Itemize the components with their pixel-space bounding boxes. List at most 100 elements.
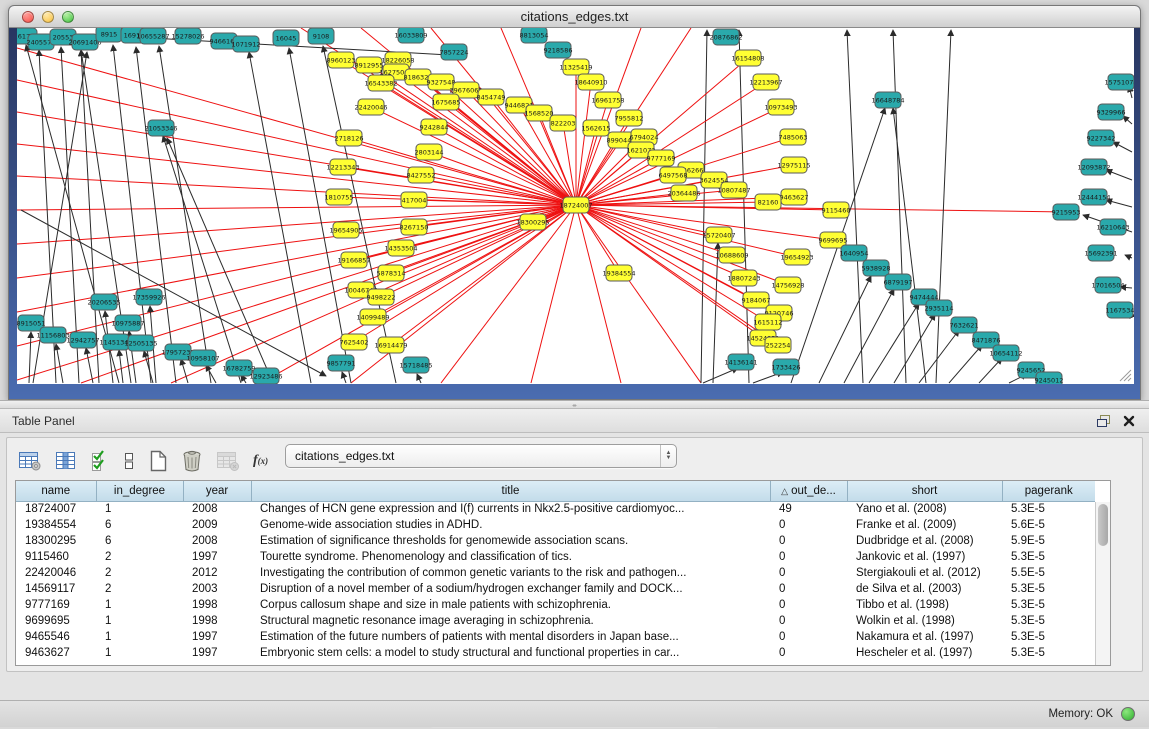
graph-node-selected[interactable]: 9498222 <box>367 289 396 305</box>
column-header-in_degree[interactable]: in_degree <box>96 481 183 501</box>
function-builder-button[interactable]: f(x) <box>252 452 269 470</box>
citation-edge[interactable] <box>893 30 906 383</box>
graph-node[interactable]: 9329966 <box>1097 104 1126 120</box>
graph-node[interactable]: 16045 <box>273 30 299 46</box>
float-panel-button[interactable] <box>1096 414 1111 428</box>
cell-pagerank[interactable]: 5.3E-5 <box>1002 597 1095 613</box>
cell-pagerank[interactable]: 5.6E-5 <box>1002 517 1095 533</box>
graph-node[interactable]: 12444154 <box>1077 189 1110 205</box>
citation-edge[interactable] <box>893 108 926 383</box>
graph-node-selected[interactable]: 20364486 <box>667 185 700 201</box>
graph-node-selected[interactable]: 19654905 <box>329 222 362 238</box>
graph-node[interactable]: 14136141 <box>724 354 757 370</box>
graph-node[interactable]: 2935114 <box>925 300 954 316</box>
cell-pagerank[interactable]: 5.3E-5 <box>1002 629 1095 645</box>
graph-node[interactable]: 7857224 <box>440 44 469 60</box>
graph-node-selected[interactable]: 10973493 <box>764 99 797 115</box>
citation-edge-selected[interactable] <box>17 205 576 380</box>
graph-node[interactable]: 10655287 <box>136 28 169 44</box>
network-view-canvas[interactable]: 1872400789601238912955182260581627504516… <box>17 28 1134 384</box>
citation-edge[interactable] <box>342 372 346 383</box>
citation-edge-selected[interactable] <box>576 205 619 273</box>
cell-pagerank[interactable]: 5.3E-5 <box>1002 613 1095 629</box>
table-row[interactable]: 1938455462009Genome-wide association stu… <box>16 517 1095 533</box>
citation-edge[interactable] <box>323 46 396 383</box>
graph-node-selected[interactable]: 18807243 <box>727 270 760 286</box>
cell-year[interactable]: 1998 <box>183 613 251 629</box>
graph-node[interactable]: 5938928 <box>862 260 891 276</box>
cell-pagerank[interactable]: 5.3E-5 <box>1002 549 1095 565</box>
graph-node-selected[interactable]: 14353504 <box>384 240 417 256</box>
graph-node-selected[interactable]: 16543382 <box>364 75 397 91</box>
graph-node-selected[interactable]: 10688609 <box>715 247 748 263</box>
column-select-button[interactable] <box>54 449 78 473</box>
graph-node[interactable]: 21053346 <box>144 120 177 136</box>
graph-node-selected[interactable]: 1562615 <box>582 120 611 136</box>
cell-year[interactable]: 1997 <box>183 549 251 565</box>
row-height-button[interactable] <box>122 449 136 473</box>
cell-out_degree[interactable]: 0 <box>770 517 847 533</box>
citation-edge-selected[interactable] <box>531 205 576 383</box>
graph-node-selected[interactable]: 82160 <box>755 194 781 210</box>
graph-node[interactable]: 15692391 <box>1084 245 1117 261</box>
cell-year[interactable]: 1998 <box>183 597 251 613</box>
graph-node-selected[interactable]: 1810755 <box>325 189 354 205</box>
cell-short[interactable]: Yano et al. (2008) <box>847 501 1002 517</box>
graph-node-selected[interactable]: 9242844 <box>420 119 449 135</box>
cell-in_degree[interactable]: 1 <box>96 645 183 661</box>
graph-node[interactable]: 11156803 <box>36 327 69 343</box>
citation-edge[interactable] <box>936 30 951 383</box>
graph-node[interactable]: 16033809 <box>394 28 427 43</box>
graph-node-selected[interactable]: 16154808 <box>731 50 764 66</box>
citation-edge[interactable] <box>249 52 311 383</box>
graph-node-selected[interactable]: 7485063 <box>779 129 808 145</box>
cell-title[interactable]: Investigating the contribution of common… <box>251 565 770 581</box>
cell-out_degree[interactable]: 0 <box>770 565 847 581</box>
graph-node-selected[interactable]: 252254 <box>765 337 791 353</box>
graph-node-selected[interactable]: 8427552 <box>407 167 436 183</box>
column-header-out_degree[interactable]: △out_de... <box>770 481 847 501</box>
graph-node-selected[interactable]: 9777169 <box>647 150 676 166</box>
cell-in_degree[interactable]: 1 <box>96 629 183 645</box>
citation-edge[interactable] <box>1113 142 1132 152</box>
graph-node[interactable]: 8813054 <box>520 28 549 43</box>
cell-pagerank[interactable]: 5.3E-5 <box>1002 501 1095 517</box>
graph-node-selected[interactable]: 822203 <box>550 115 576 131</box>
cell-name[interactable]: 9463627 <box>16 645 96 661</box>
close-panel-button[interactable] <box>1123 415 1135 427</box>
citation-edge[interactable] <box>113 45 151 383</box>
cell-in_degree[interactable]: 2 <box>96 549 183 565</box>
citation-edge[interactable] <box>1123 116 1132 124</box>
graph-node-selected[interactable]: 12213967 <box>749 74 782 90</box>
graph-node-selected[interactable]: 6497568 <box>659 167 688 183</box>
cell-year[interactable]: 2012 <box>183 565 251 581</box>
graph-node[interactable]: 1167534 <box>1106 302 1134 318</box>
citation-edge[interactable] <box>869 303 919 383</box>
cell-in_degree[interactable]: 1 <box>96 597 183 613</box>
cell-short[interactable]: Jankovic et al. (1997) <box>847 549 1002 565</box>
new-table-button[interactable] <box>147 448 169 474</box>
cell-out_degree[interactable]: 0 <box>770 613 847 629</box>
cell-out_degree[interactable]: 0 <box>770 549 847 565</box>
cell-year[interactable]: 2009 <box>183 517 251 533</box>
citation-edge[interactable] <box>181 359 188 383</box>
graph-node-selected[interactable]: 19654923 <box>780 249 813 265</box>
select-all-checks-button[interactable] <box>89 449 111 473</box>
cell-pagerank[interactable]: 5.9E-5 <box>1002 533 1095 549</box>
graph-node[interactable]: 17016504 <box>1091 277 1124 293</box>
graph-node[interactable]: 8915 <box>96 28 122 42</box>
column-header-short[interactable]: short <box>847 481 1002 501</box>
table-row[interactable]: 946554611997Estimation of the future num… <box>16 629 1095 645</box>
citation-edge-selected[interactable] <box>17 205 576 210</box>
graph-node-selected[interactable]: 8454749 <box>477 89 506 105</box>
citation-edge[interactable] <box>1106 170 1132 180</box>
citation-edge-selected[interactable] <box>576 205 836 210</box>
citation-edge[interactable] <box>136 47 176 383</box>
cell-out_degree[interactable]: 0 <box>770 629 847 645</box>
citation-edge[interactable] <box>417 374 421 383</box>
graph-node[interactable]: 12923486 <box>249 368 282 384</box>
graph-node[interactable]: 20206535 <box>87 294 120 310</box>
cell-in_degree[interactable]: 2 <box>96 565 183 581</box>
graph-node[interactable]: 10958107 <box>186 350 219 366</box>
cell-name[interactable]: 19384554 <box>16 517 96 533</box>
